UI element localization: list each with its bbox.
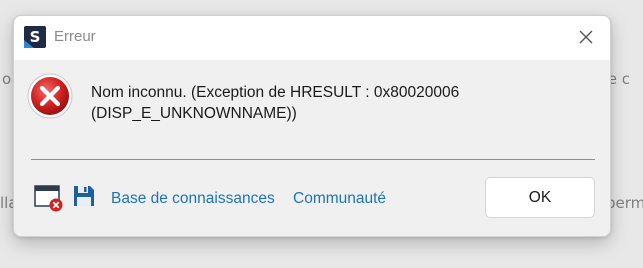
error-dialog: S Erreur Nom inconnu. (Exception de HRES… xyxy=(13,15,611,237)
save-icon[interactable] xyxy=(72,184,96,208)
dialog-titlebar: S Erreur xyxy=(14,16,610,60)
window-error-icon[interactable] xyxy=(34,184,64,212)
error-message-line2: (DISP_E_UNKNOWNNAME)) xyxy=(91,105,297,122)
ok-button-label: OK xyxy=(528,188,552,206)
error-message-line1: Nom inconnu. (Exception de HRESULT : 0x8… xyxy=(91,84,460,101)
dialog-divider xyxy=(31,159,595,160)
dialog-title: Erreur xyxy=(54,28,96,45)
svg-text:S: S xyxy=(30,28,41,46)
background-text: perm xyxy=(606,194,643,212)
error-message: Nom inconnu. (Exception de HRESULT : 0x8… xyxy=(91,82,581,124)
knowledge-base-link[interactable]: Base de connaissances xyxy=(111,190,275,208)
close-icon[interactable] xyxy=(574,25,598,49)
background-text: o xyxy=(2,70,12,88)
community-link[interactable]: Communauté xyxy=(293,190,386,208)
app-s-icon: S xyxy=(24,26,46,48)
ok-button[interactable]: OK xyxy=(485,177,595,218)
error-x-icon xyxy=(27,73,73,119)
